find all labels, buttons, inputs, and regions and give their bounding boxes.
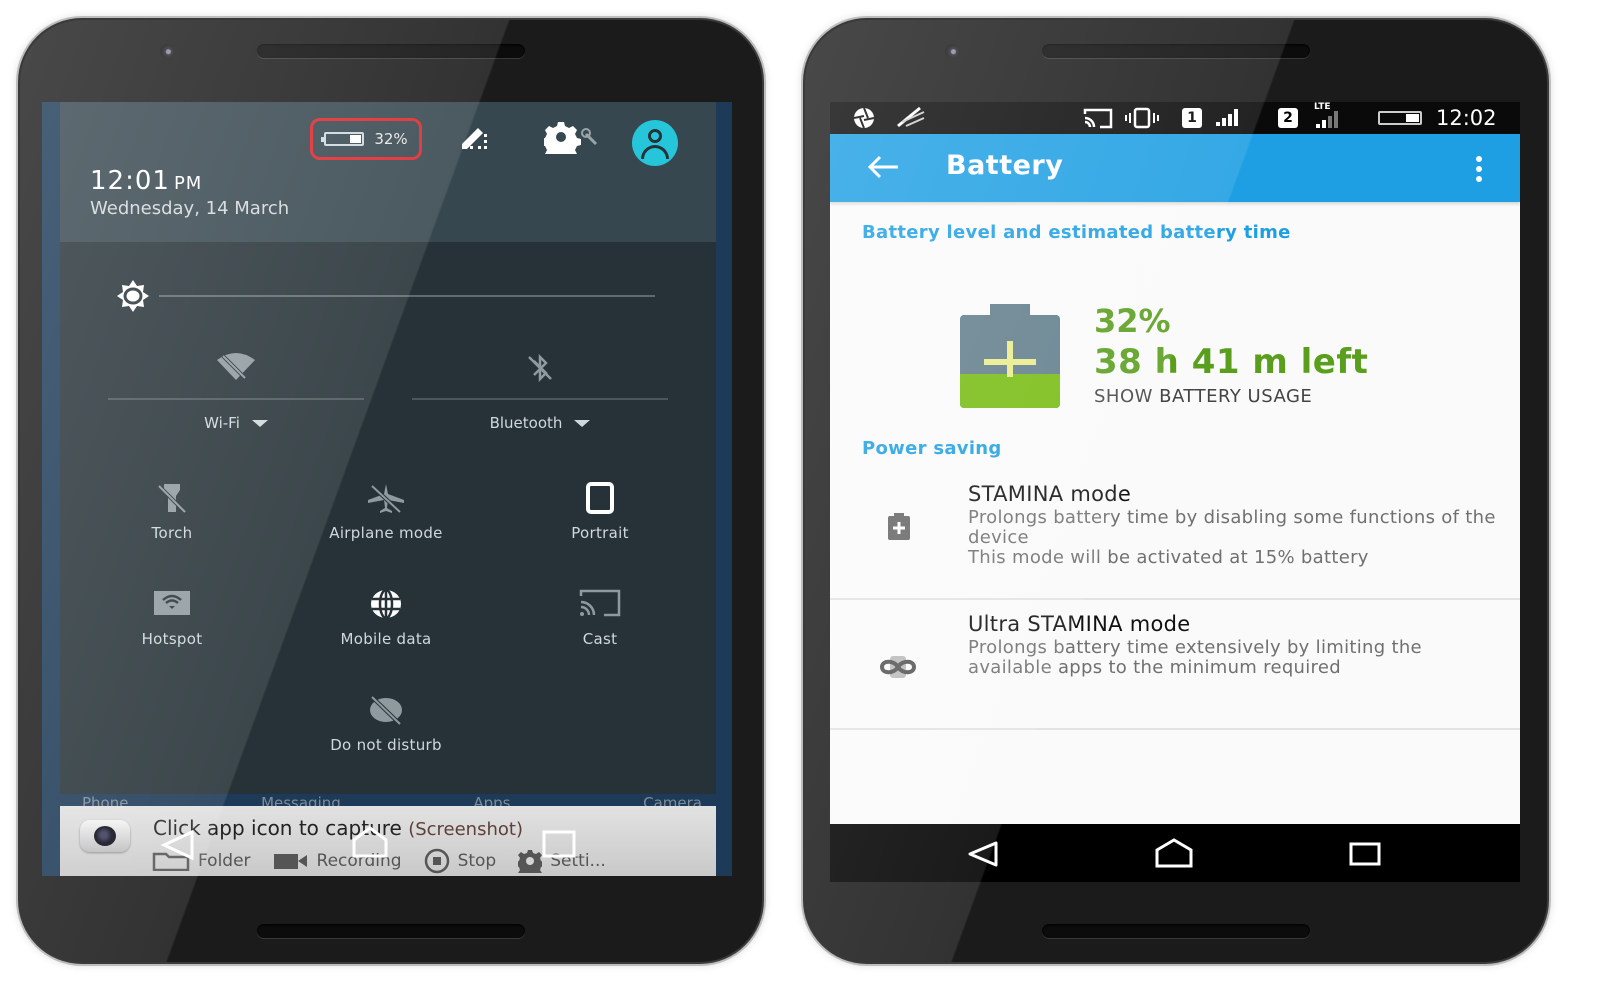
earpiece-speaker <box>1042 44 1310 58</box>
brightness-sun-icon[interactable] <box>115 278 151 314</box>
battery-settings-screen: 1 2 LTE 12:02 Battery Battery level and … <box>830 102 1520 882</box>
signal-strength-sim1-icon <box>1216 109 1238 126</box>
right-phone: 1 2 LTE 12:02 Battery Battery level and … <box>805 20 1547 962</box>
front-camera <box>945 44 959 58</box>
battery-percent: 32% <box>1094 302 1171 340</box>
sim1-indicator: 1 <box>1182 108 1202 128</box>
show-battery-usage-button[interactable]: SHOW BATTERY USAGE <box>1094 386 1312 407</box>
date-label: Wednesday, 14 March <box>90 198 290 219</box>
notifications-muted-icon <box>897 106 925 128</box>
quick-settings-header: 32% 12:01 PM Wednesday, 14 March <box>60 102 716 242</box>
cast-label: Cast <box>582 630 618 648</box>
status-battery-icon <box>1378 111 1422 125</box>
battery-time-left: 38 h 41 m left <box>1094 342 1369 382</box>
stamina-mode-description: Prolongs battery time by disabling some … <box>968 507 1496 568</box>
power-saving-heading: Power saving <box>862 438 1002 459</box>
wifi-dropdown-caret-icon[interactable] <box>251 420 268 427</box>
status-time: 12:02 <box>1436 106 1497 130</box>
screen-cast-icon <box>1083 108 1113 129</box>
battery-percent: 32% <box>374 130 408 148</box>
nav-home-icon[interactable] <box>350 826 390 858</box>
vibrate-icon <box>1125 107 1159 129</box>
hotspot-label: Hotspot <box>141 630 203 648</box>
mobile-data-tile[interactable]: Mobile data <box>286 588 486 668</box>
signal-strength-sim2-icon <box>1316 111 1338 128</box>
clock: 12:01 PM <box>90 166 203 196</box>
battery-plus-icon <box>888 513 910 540</box>
airplane-off-icon <box>366 482 406 518</box>
quick-settings-screen: 32% 12:01 PM Wednesday, 14 March Wi-Fi B… <box>42 102 732 876</box>
nav-recents-icon[interactable] <box>1348 840 1382 868</box>
earpiece-speaker <box>257 44 525 58</box>
stop-action[interactable]: Stop <box>424 848 496 874</box>
bluetooth-off-icon <box>524 352 556 388</box>
ultra-stamina-mode-item[interactable]: Ultra STAMINA mode Prolongs battery time… <box>830 602 1520 730</box>
wifi-off-icon <box>215 352 257 386</box>
cast-icon <box>578 588 622 622</box>
airplane-mode-label: Airplane mode <box>329 524 443 542</box>
stage: 32% 12:01 PM Wednesday, 14 March Wi-Fi B… <box>0 0 1600 1000</box>
do-not-disturb-tile[interactable]: Do not disturb <box>286 694 486 774</box>
back-arrow-icon[interactable] <box>866 154 900 180</box>
sim2-indicator: 2 <box>1278 108 1298 128</box>
quick-settings-panel: 32% 12:01 PM Wednesday, 14 March Wi-Fi B… <box>60 102 716 794</box>
stamina-mode-item[interactable]: STAMINA mode Prolongs battery time by di… <box>830 472 1520 600</box>
mobile-data-label: Mobile data <box>340 630 432 648</box>
overflow-menu-icon[interactable] <box>1476 156 1482 186</box>
battery-indicator[interactable]: 32% <box>310 118 422 160</box>
navigation-bar <box>830 824 1520 882</box>
notification-title: Click app icon to capture (Screenshot) <box>153 816 523 840</box>
airplane-mode-tile[interactable]: Airplane mode <box>286 482 486 562</box>
portrait-icon <box>585 482 615 518</box>
stop-icon <box>424 848 449 874</box>
torch-label: Torch <box>151 524 193 542</box>
nav-back-icon[interactable] <box>160 830 196 860</box>
gear-icon <box>518 850 543 873</box>
status-bar: 1 2 LTE 12:02 <box>830 102 1520 134</box>
bluetooth-label: Bluetooth <box>489 414 563 432</box>
bluetooth-dropdown-caret-icon[interactable] <box>574 420 591 427</box>
stamina-mode-title: STAMINA mode <box>968 482 1132 506</box>
torch-tile[interactable]: Torch <box>72 482 272 562</box>
nav-back-icon[interactable] <box>966 840 1000 868</box>
battery-section-heading: Battery level and estimated battery time <box>862 222 1291 243</box>
do-not-disturb-label: Do not disturb <box>330 736 442 754</box>
nav-recents-icon[interactable] <box>542 830 576 860</box>
screenshot-app-icon[interactable] <box>80 820 130 852</box>
hotspot-tile[interactable]: Hotspot <box>72 588 272 668</box>
flashlight-off-icon <box>155 482 189 518</box>
wifi-tile[interactable]: Wi-Fi <box>108 342 364 442</box>
infinity-icon <box>879 656 917 678</box>
wifi-label: Wi-Fi <box>204 414 240 432</box>
portrait-label: Portrait <box>571 524 629 542</box>
left-phone: 32% 12:01 PM Wednesday, 14 March Wi-Fi B… <box>20 20 762 962</box>
app-bar: Battery <box>830 134 1520 202</box>
video-camera-icon <box>273 854 307 869</box>
bluetooth-tile[interactable]: Bluetooth <box>412 342 668 442</box>
nav-home-icon[interactable] <box>1154 838 1194 868</box>
hotspot-icon <box>153 588 191 622</box>
front-camera <box>160 44 174 58</box>
settings-gear-icon[interactable] <box>541 120 608 162</box>
ultra-stamina-mode-title: Ultra STAMINA mode <box>968 612 1191 636</box>
bottom-speaker <box>257 924 525 938</box>
ultra-stamina-mode-description: Prolongs battery time extensively by lim… <box>968 637 1422 678</box>
brightness-slider[interactable] <box>115 278 655 314</box>
dnd-off-icon <box>366 694 406 730</box>
cast-tile[interactable]: Cast <box>500 588 700 668</box>
edit-icon[interactable] <box>458 124 490 154</box>
portrait-tile[interactable]: Portrait <box>500 482 700 562</box>
battery-level-graphic <box>960 304 1060 408</box>
page-title: Battery <box>946 150 1064 181</box>
battery-icon <box>321 132 365 146</box>
aperture-icon <box>853 107 875 129</box>
user-avatar-icon[interactable] <box>632 120 678 166</box>
brightness-track[interactable] <box>159 295 655 297</box>
bottom-speaker <box>1042 924 1310 938</box>
globe-icon <box>369 588 403 624</box>
